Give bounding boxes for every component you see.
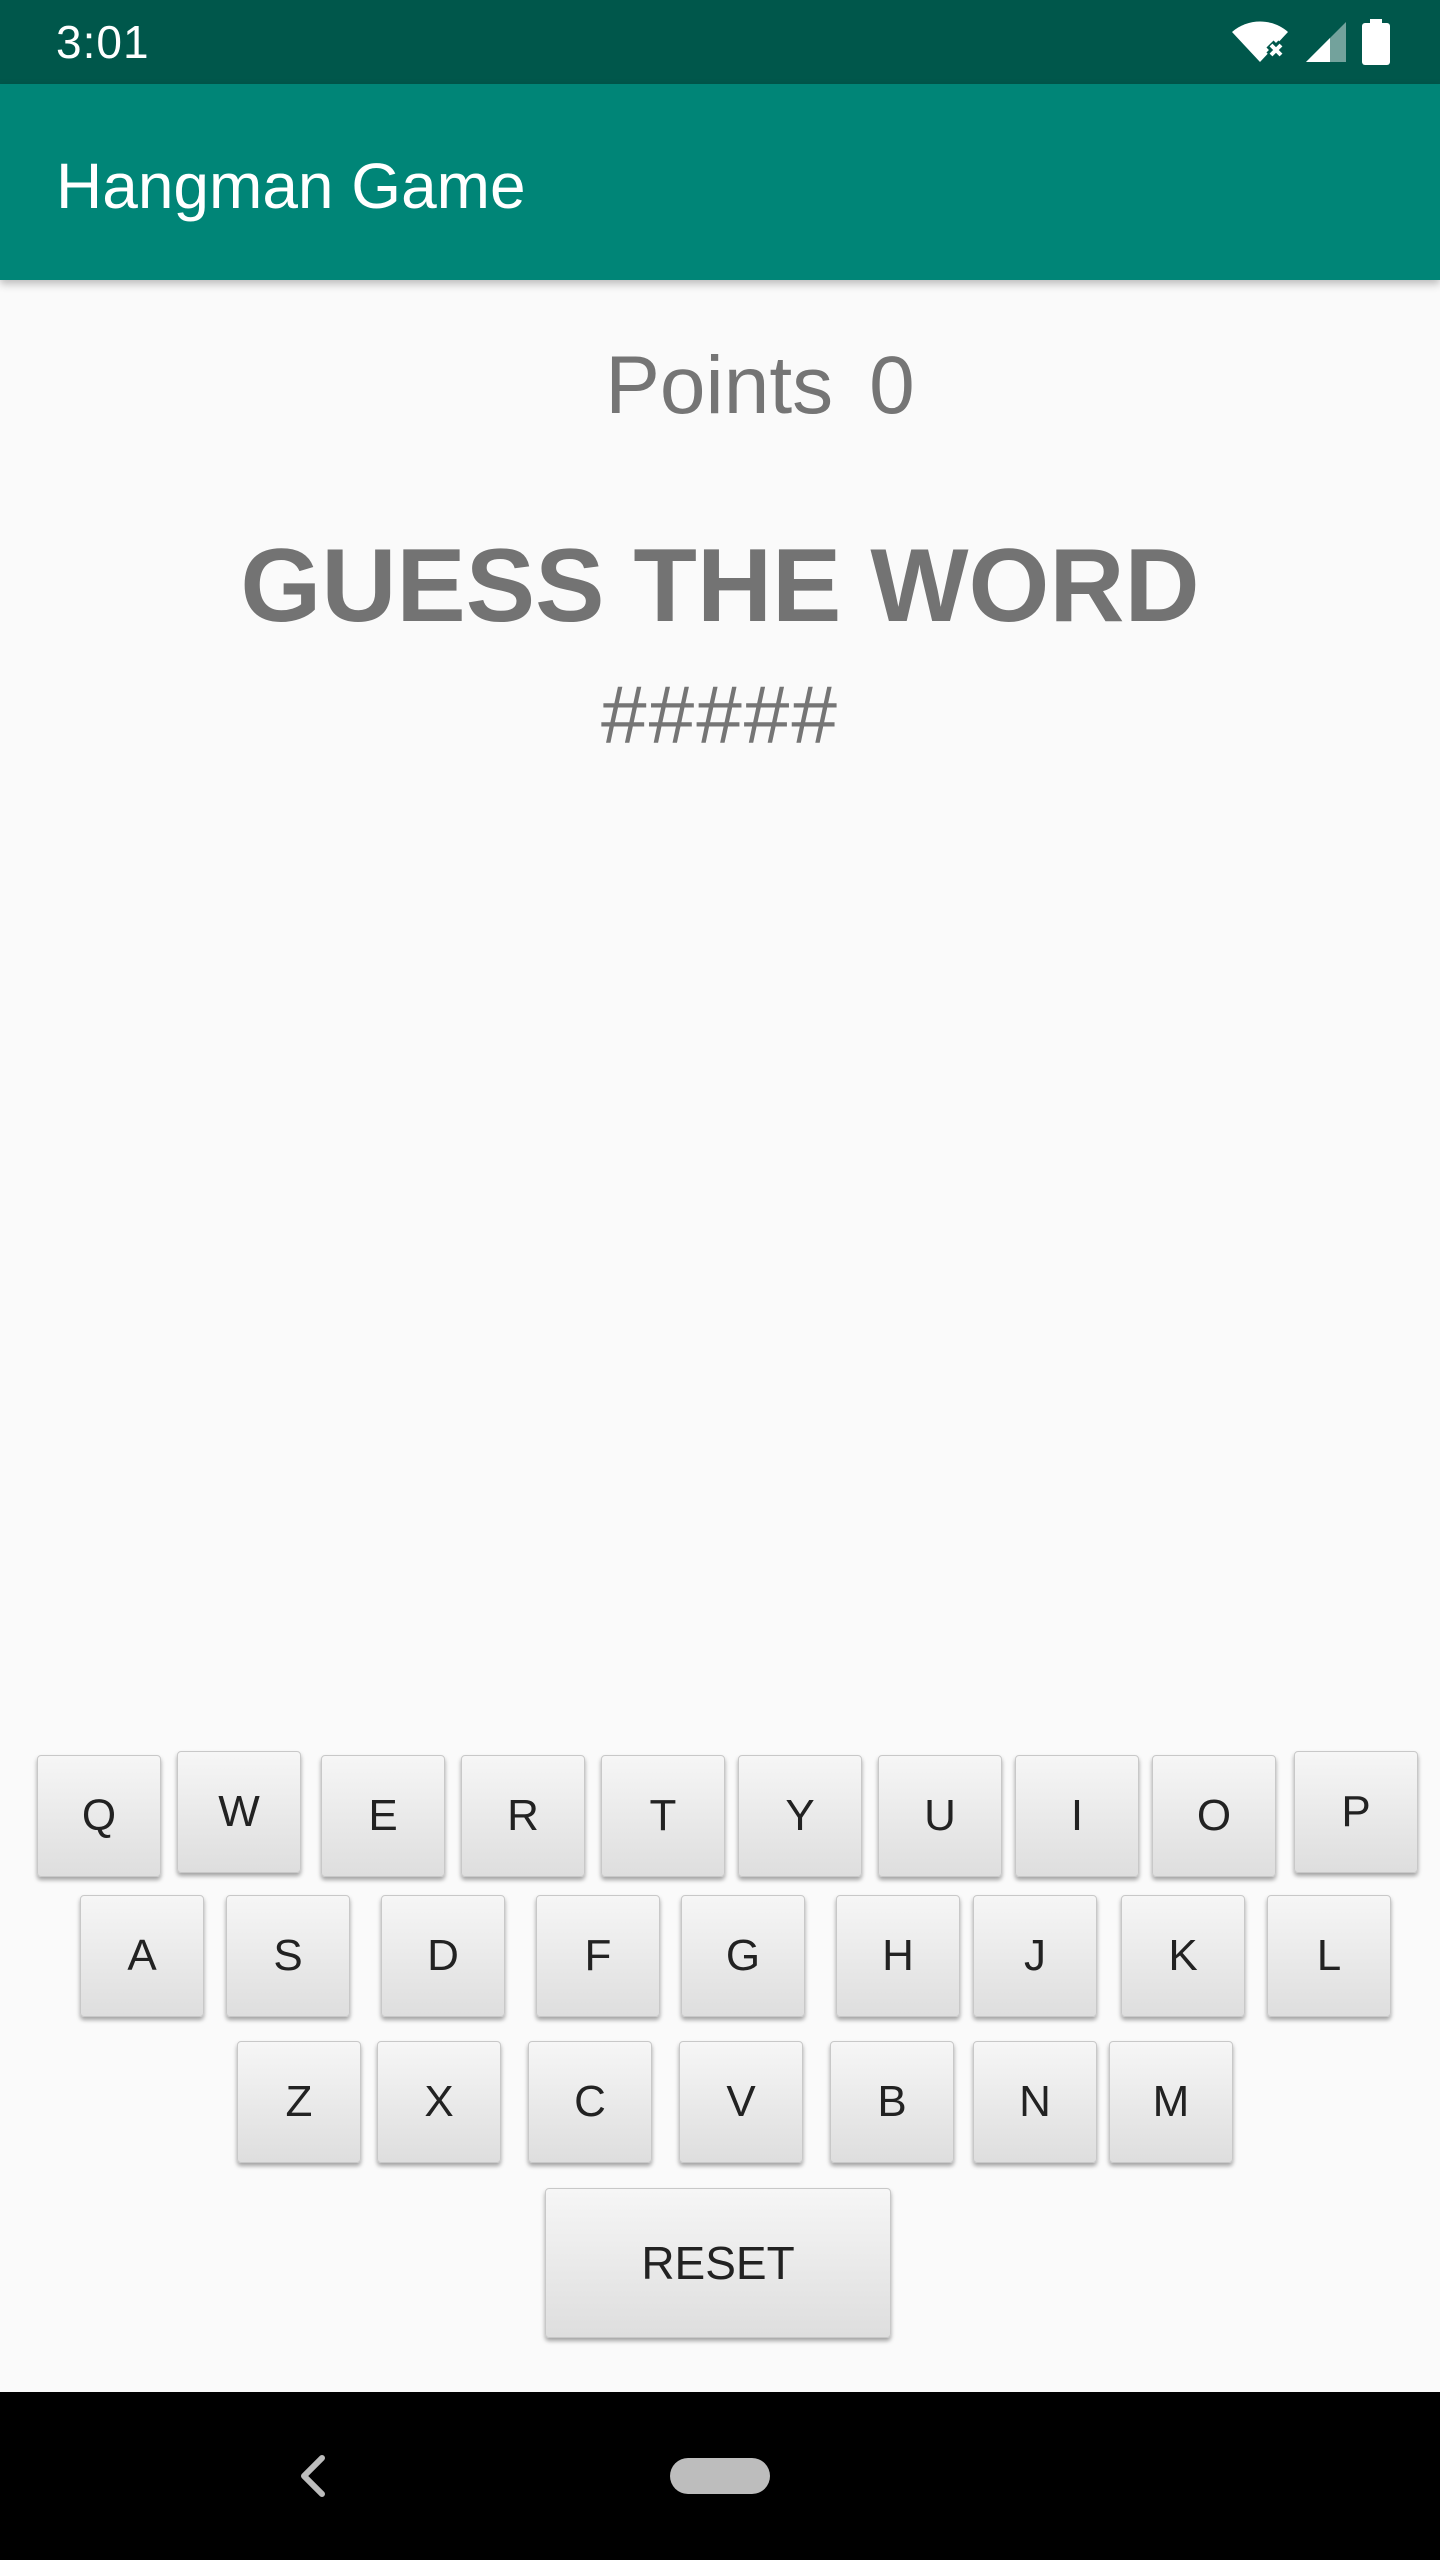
- key-u[interactable]: U: [878, 1755, 1002, 1877]
- key-v[interactable]: V: [679, 2041, 803, 2163]
- back-icon[interactable]: [292, 2452, 332, 2500]
- key-y[interactable]: Y: [738, 1755, 862, 1877]
- key-x[interactable]: X: [377, 2041, 501, 2163]
- status-bar: 3:01: [0, 0, 1440, 84]
- points-value: 0: [869, 340, 915, 431]
- key-t[interactable]: T: [601, 1755, 725, 1877]
- key-k[interactable]: K: [1121, 1895, 1245, 2017]
- key-q[interactable]: Q: [37, 1755, 161, 1877]
- key-w[interactable]: W: [177, 1751, 301, 1873]
- status-icons: [1230, 18, 1390, 66]
- key-p[interactable]: P: [1294, 1751, 1418, 1873]
- key-m[interactable]: M: [1109, 2041, 1233, 2163]
- home-icon[interactable]: [670, 2458, 770, 2494]
- status-time: 3:01: [56, 16, 150, 68]
- key-i[interactable]: I: [1015, 1755, 1139, 1877]
- points-display: Points 0: [0, 336, 1440, 436]
- key-e[interactable]: E: [321, 1755, 445, 1877]
- reset-button[interactable]: RESET: [545, 2188, 891, 2338]
- key-s[interactable]: S: [226, 1895, 350, 2017]
- key-d[interactable]: D: [381, 1895, 505, 2017]
- key-a[interactable]: A: [80, 1895, 204, 2017]
- key-r[interactable]: R: [461, 1755, 585, 1877]
- points-label: Points: [605, 340, 834, 431]
- key-l[interactable]: L: [1267, 1895, 1391, 2017]
- key-h[interactable]: H: [836, 1895, 960, 2017]
- app-bar: Hangman Game: [0, 84, 1440, 280]
- key-b[interactable]: B: [830, 2041, 954, 2163]
- key-o[interactable]: O: [1152, 1755, 1276, 1877]
- signal-icon: [1304, 20, 1348, 64]
- key-c[interactable]: C: [528, 2041, 652, 2163]
- hangman-screen: 3:01 Hangman Game Points 0 GUESS THE WOR…: [0, 0, 1440, 2560]
- key-n[interactable]: N: [973, 2041, 1097, 2163]
- key-f[interactable]: F: [536, 1895, 660, 2017]
- masked-word: #####: [600, 670, 840, 761]
- key-j[interactable]: J: [973, 1895, 1097, 2017]
- navigation-bar: [0, 2392, 1440, 2560]
- app-title: Hangman Game: [56, 150, 526, 222]
- key-g[interactable]: G: [681, 1895, 805, 2017]
- key-z[interactable]: Z: [237, 2041, 361, 2163]
- battery-icon: [1362, 19, 1390, 65]
- guess-title: GUESS THE WORD: [240, 528, 1200, 644]
- wifi-icon: [1230, 20, 1290, 64]
